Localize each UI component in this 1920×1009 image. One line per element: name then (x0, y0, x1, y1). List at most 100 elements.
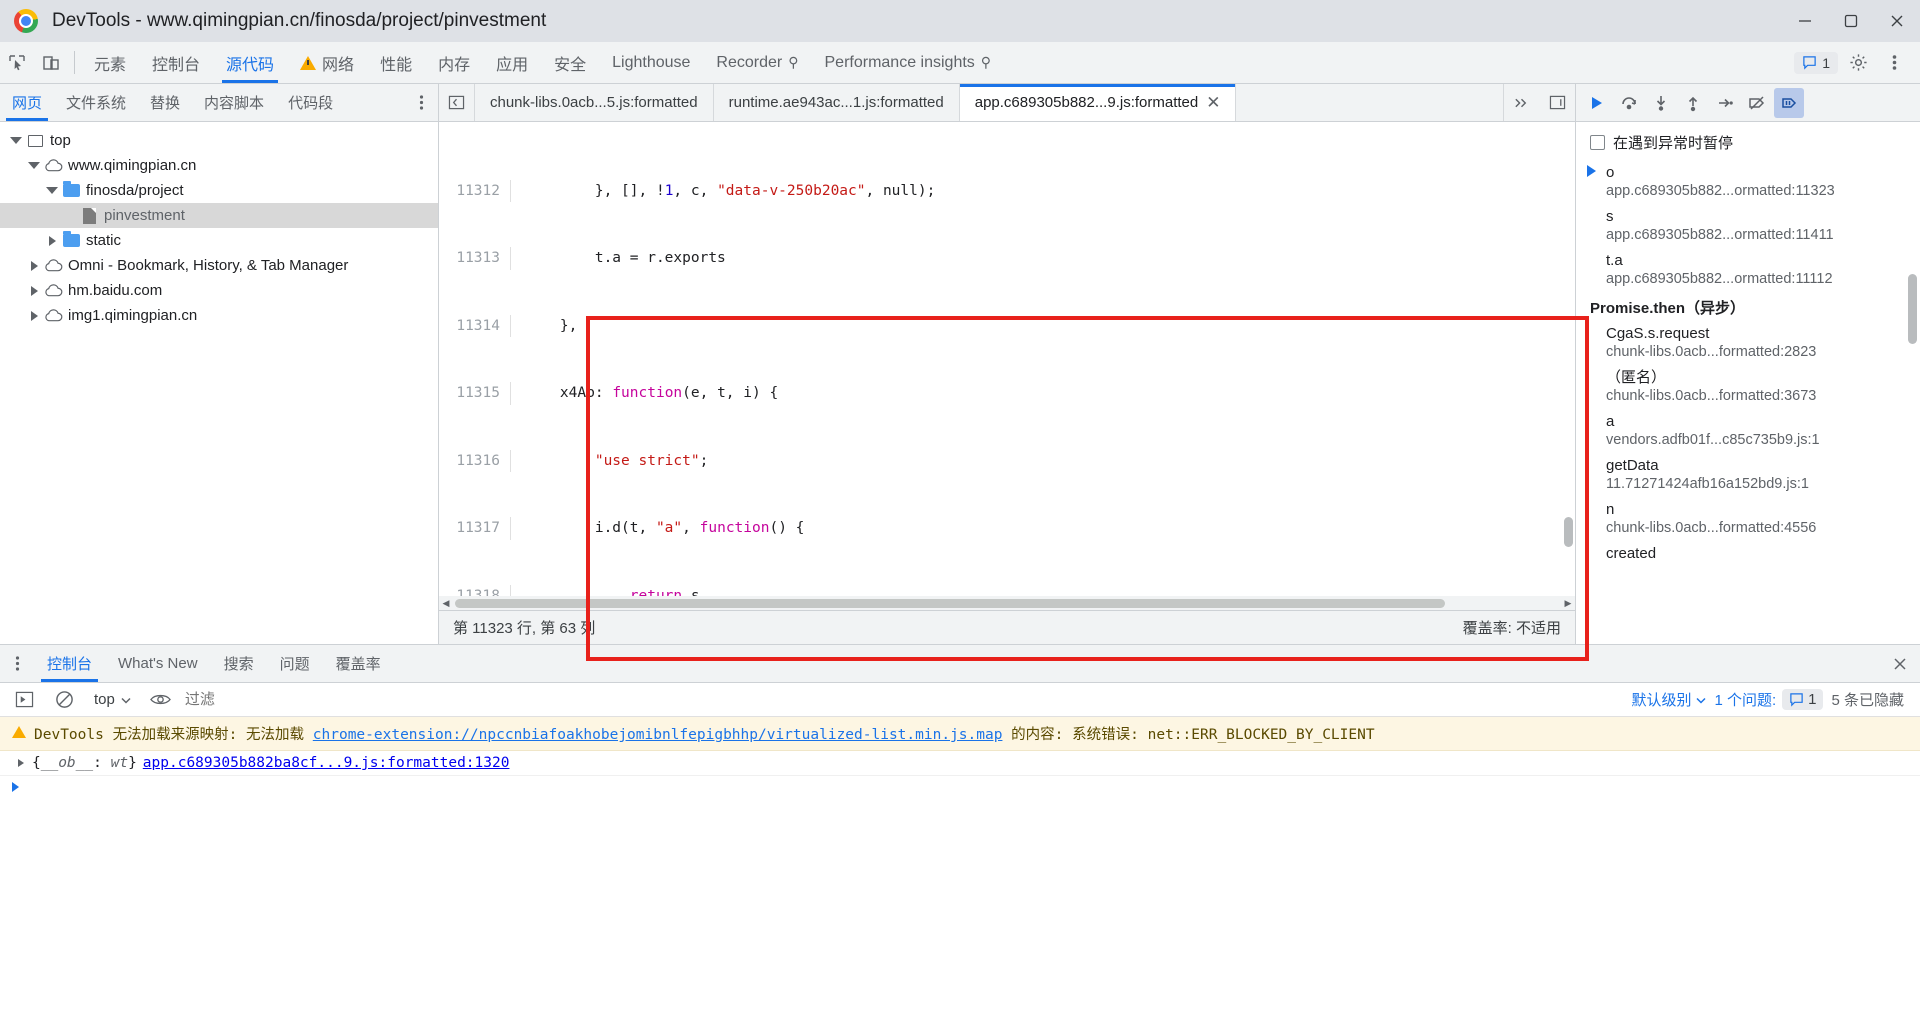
editor-tab-app[interactable]: app.c689305b882...9.js:formatted ✕ (959, 84, 1237, 121)
drawer-tab-coverage[interactable]: 覆盖率 (323, 645, 394, 682)
pause-on-exceptions-row[interactable]: 在遇到异常时暂停 (1576, 122, 1920, 161)
expand-triangle-icon[interactable] (18, 759, 24, 767)
editor-tab-runtime[interactable]: runtime.ae943ac...1.js:formatted (713, 84, 960, 121)
panel-collapse-icon[interactable] (439, 84, 475, 121)
call-stack-frame[interactable]: n chunk-libs.0acb...formatted:4556 (1576, 498, 1920, 542)
tree-item-img1-qimingpian-cn[interactable]: img1.qimingpian.cn (0, 303, 438, 328)
call-stack-frame[interactable]: CgaS.s.request chunk-libs.0acb...formatt… (1576, 322, 1920, 366)
tab-performance[interactable]: 性能 (367, 42, 425, 83)
more-vertical-icon[interactable] (404, 84, 438, 121)
messages-badge[interactable]: 1 (1794, 51, 1838, 74)
title-bar: DevTools - www.qimingpian.cn/finosda/pro… (0, 0, 1920, 42)
tree-item-top[interactable]: top (0, 128, 438, 153)
eye-icon[interactable] (145, 684, 177, 716)
drawer-tab-console[interactable]: 控制台 (34, 645, 105, 682)
chevron-double-right-icon[interactable] (1503, 84, 1539, 121)
inspect-cursor-icon[interactable] (0, 42, 34, 83)
tree-item-label: www.qimingpian.cn (68, 157, 197, 174)
more-vertical-icon[interactable] (0, 645, 34, 682)
sourcemap-link[interactable]: chrome-extension://npccnbiafoakhobejomib… (313, 727, 1003, 743)
editor-vertical-scrollbar[interactable] (1564, 517, 1573, 547)
tree-item-www-qimingpian-cn[interactable]: www.qimingpian.cn (0, 153, 438, 178)
more-vertical-icon[interactable] (1878, 47, 1910, 79)
tab-security[interactable]: 安全 (541, 42, 599, 83)
disclosure-triangle-icon[interactable] (44, 187, 60, 194)
issues-badge[interactable]: 1 (1782, 689, 1824, 710)
call-stack-frame[interactable]: t.a app.c689305b882...ormatted:11112 (1576, 249, 1920, 293)
tab-recorder[interactable]: Recorder ⚲ (703, 42, 811, 83)
console-filter-input[interactable] (184, 691, 1624, 708)
console-object-message[interactable]: {__ob__: wt} app.c689305b882ba8cf...9.js… (0, 751, 1920, 776)
tree-item-omni[interactable]: Omni - Bookmark, History, & Tab Manager (0, 253, 438, 278)
close-icon[interactable] (1880, 645, 1920, 682)
code-viewport[interactable]: 11312 }, [], !1, c, "data-v-250b20ac", n… (439, 122, 1575, 610)
drawer-tab-search[interactable]: 搜索 (211, 645, 267, 682)
tab-network[interactable]: 网络 (287, 42, 367, 83)
scrollbar-thumb[interactable] (455, 598, 1445, 608)
tab-memory[interactable]: 内存 (425, 42, 483, 83)
close-icon[interactable]: ✕ (1206, 94, 1220, 111)
call-stack-frame[interactable]: （匿名） chunk-libs.0acb...formatted:3673 (1576, 366, 1920, 410)
navtab-page[interactable]: 网页 (0, 84, 54, 121)
tab-elements[interactable]: 元素 (81, 42, 139, 83)
message-source-link[interactable]: app.c689305b882ba8cf...9.js:formatted:13… (143, 755, 510, 771)
navtab-snippets[interactable]: 代码段 (276, 84, 345, 121)
run-icon[interactable] (8, 684, 40, 716)
clear-console-icon[interactable] (48, 684, 80, 716)
tab-lighthouse[interactable]: Lighthouse (599, 42, 703, 83)
call-stack-frame[interactable]: created (1576, 542, 1920, 567)
console-toolbar: top 默认级别 1 个问题: 1 (0, 683, 1920, 717)
call-stack-frame[interactable]: s app.c689305b882...ormatted:11411 (1576, 205, 1920, 249)
editor-horizontal-scrollbar[interactable]: ◀ ▶ (439, 596, 1575, 610)
tree-item-static[interactable]: static (0, 228, 438, 253)
maximize-button[interactable] (1828, 0, 1874, 42)
console-level-selector[interactable]: 默认级别 (1631, 689, 1706, 710)
scroll-right-icon[interactable]: ▶ (1561, 596, 1575, 610)
tree-item-hm-baidu-com[interactable]: hm.baidu.com (0, 278, 438, 303)
gear-icon[interactable] (1842, 47, 1874, 79)
device-toggle-icon[interactable] (34, 42, 68, 83)
tab-sources[interactable]: 源代码 (213, 42, 287, 83)
tab-console[interactable]: 控制台 (139, 42, 213, 83)
call-stack-frame[interactable]: a vendors.adfb01f...c85c735b9.js:1 (1576, 410, 1920, 454)
call-stack-frame[interactable]: o app.c689305b882...ormatted:11323 (1576, 161, 1920, 205)
call-stack-frame[interactable]: getData 11.71271424afb16a152bd9.js:1 (1576, 454, 1920, 498)
scroll-left-icon[interactable]: ◀ (439, 596, 453, 610)
step-over-icon[interactable] (1614, 88, 1644, 118)
disclosure-triangle-icon[interactable] (26, 285, 42, 296)
editor-tab-chunk-libs[interactable]: chunk-libs.0acb...5.js:formatted (475, 84, 714, 121)
tab-performance-insights[interactable]: Performance insights ⚲ (812, 42, 1005, 83)
console-warning-message[interactable]: DevTools 无法加载来源映射: 无法加载 chrome-extension… (0, 717, 1920, 751)
console-issues-indicator[interactable]: 1 个问题: 1 (1714, 689, 1824, 710)
panel-expand-icon[interactable] (1539, 84, 1575, 121)
step-out-icon[interactable] (1678, 88, 1708, 118)
resume-script-icon[interactable] (1582, 88, 1612, 118)
execution-context-selector[interactable]: top (88, 691, 137, 708)
frame-location: app.c689305b882...ormatted:11411 (1606, 227, 1834, 243)
navtab-filesystem[interactable]: 文件系统 (54, 84, 138, 121)
debugger-scrollbar[interactable] (1908, 274, 1917, 344)
disclosure-triangle-icon[interactable] (26, 260, 42, 271)
step-into-icon[interactable] (1646, 88, 1676, 118)
deactivate-breakpoints-icon[interactable] (1742, 88, 1772, 118)
tree-item-pinvestment[interactable]: pinvestment (0, 203, 438, 228)
pause-on-exceptions-checkbox[interactable] (1590, 135, 1605, 150)
disclosure-triangle-icon[interactable] (26, 162, 42, 169)
minimize-button[interactable] (1782, 0, 1828, 42)
drawer-tab-issues[interactable]: 问题 (267, 645, 323, 682)
tree-item-finosda-project[interactable]: finosda/project (0, 178, 438, 203)
disclosure-triangle-icon[interactable] (8, 137, 24, 144)
disclosure-triangle-icon[interactable] (44, 235, 60, 246)
close-button[interactable] (1874, 0, 1920, 42)
line-text: i.d(t, "a", function() { (525, 520, 805, 536)
tab-application[interactable]: 应用 (483, 42, 541, 83)
navtab-content-scripts[interactable]: 内容脚本 (192, 84, 276, 121)
navtab-overrides[interactable]: 替换 (138, 84, 192, 121)
console-prompt[interactable] (0, 776, 1920, 798)
pause-on-exceptions-icon[interactable] (1774, 87, 1804, 118)
cloud-icon (42, 309, 64, 322)
drawer-tab-whats-new[interactable]: What's New (105, 645, 211, 682)
editor-tabs-right (1503, 84, 1575, 121)
disclosure-triangle-icon[interactable] (26, 310, 42, 321)
step-icon[interactable] (1710, 88, 1740, 118)
